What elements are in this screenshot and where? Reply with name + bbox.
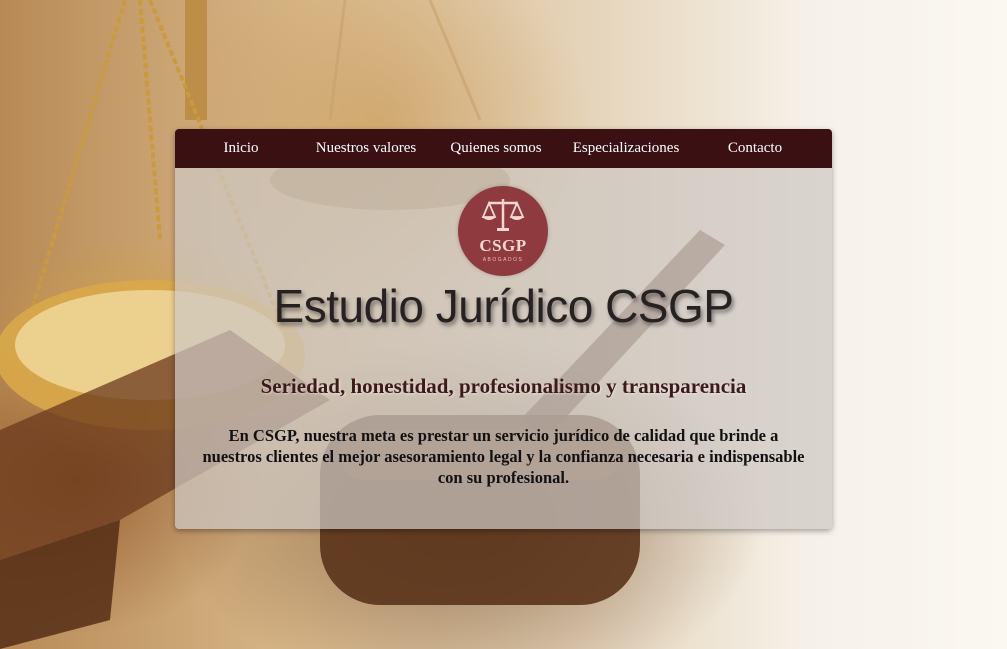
main-nav: Inicio Nuestros valores Quienes somos Es… xyxy=(175,129,832,168)
nav-item-inicio[interactable]: Inicio xyxy=(175,140,307,157)
logo-text: CSGP xyxy=(479,236,527,255)
nav-item-especializaciones[interactable]: Especializaciones xyxy=(567,140,685,157)
logo-subtext: ABOGADOS xyxy=(482,257,524,263)
hero-card: Inicio Nuestros valores Quienes somos Es… xyxy=(175,129,832,529)
nav-item-contacto[interactable]: Contacto xyxy=(685,140,825,157)
tagline: Seriedad, honestidad, profesionalismo y … xyxy=(260,374,747,398)
scales-of-justice-icon xyxy=(481,199,525,231)
description-text: En CSGP, nuestra meta es prestar un serv… xyxy=(202,426,805,487)
nav-item-nuestros-valores[interactable]: Nuestros valores xyxy=(307,140,425,157)
csgp-logo: CSGP ABOGADOS xyxy=(458,186,548,276)
nav-item-quienes-somos[interactable]: Quienes somos xyxy=(425,140,567,157)
page-title: Estudio Jurídico CSGP xyxy=(273,280,734,332)
